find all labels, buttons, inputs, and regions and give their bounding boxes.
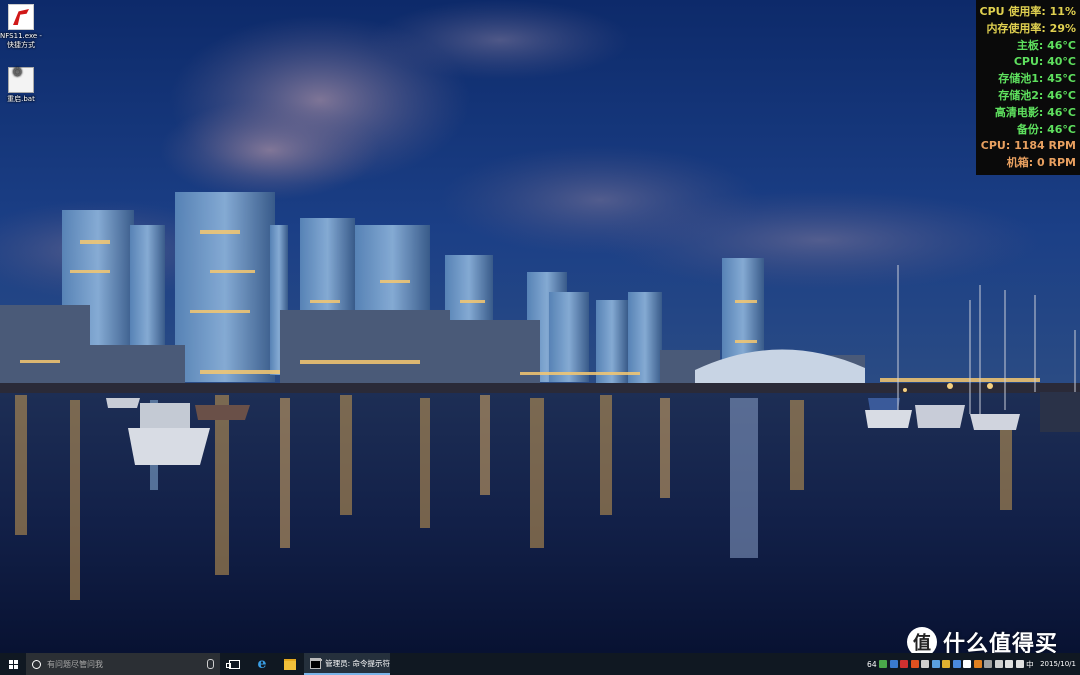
batch-file-icon bbox=[8, 67, 34, 93]
monitor-row: CPU: 1184 RPM bbox=[980, 139, 1076, 153]
desktop-wallpaper bbox=[0, 0, 1080, 653]
monitor-row: 备份: 46°C bbox=[1016, 122, 1076, 136]
folder-icon bbox=[284, 658, 296, 670]
monitor-row: 内存使用率: 29% bbox=[986, 21, 1076, 35]
task-view-icon bbox=[225, 659, 240, 669]
app-icon[interactable] bbox=[984, 660, 993, 668]
windows-logo-icon bbox=[8, 659, 18, 669]
clock[interactable]: 2015/10/1 bbox=[1040, 660, 1076, 669]
app-icon[interactable] bbox=[921, 660, 930, 668]
desktop-shortcut-label: NFS11.exe - bbox=[0, 32, 42, 40]
monitor-row: 存储池1: 45°C bbox=[998, 72, 1076, 86]
cortana-icon bbox=[32, 659, 41, 669]
city-night-skyline-image bbox=[0, 0, 1080, 653]
shield-icon[interactable] bbox=[889, 660, 898, 668]
message-icon[interactable] bbox=[1005, 660, 1014, 668]
file-explorer-taskbar-button[interactable] bbox=[276, 653, 304, 675]
edge-icon: e bbox=[257, 656, 267, 672]
app-icon[interactable] bbox=[963, 660, 972, 668]
command-prompt-icon bbox=[310, 657, 323, 669]
tray-text[interactable]: 中 bbox=[1026, 659, 1034, 670]
network-icon[interactable] bbox=[931, 660, 940, 668]
nfs-red-logo-icon bbox=[8, 4, 34, 30]
bluetooth-icon[interactable] bbox=[952, 660, 961, 668]
monitor-row: CPU 使用率: 11% bbox=[979, 5, 1076, 18]
monitor-row: 主板: 46°C bbox=[1016, 38, 1076, 52]
app-icon[interactable] bbox=[994, 660, 1003, 668]
app-icon[interactable] bbox=[942, 660, 951, 668]
desktop-shortcut-sublabel: 快捷方式 bbox=[7, 41, 35, 49]
hardware-monitor-widget: CPU 使用率: 11% 内存使用率: 29% 主板: 46°C CPU: 40°C 存… bbox=[976, 0, 1080, 175]
task-view-button[interactable] bbox=[220, 653, 248, 675]
clock-date: 2015/10/1 bbox=[1040, 659, 1076, 668]
taskbar: 有问题尽管问我 e 管理员: 命令提示符 64 中 2015/10/1 bbox=[0, 653, 1080, 675]
volume-icon[interactable] bbox=[1015, 660, 1024, 668]
microphone-icon[interactable] bbox=[207, 659, 214, 669]
chat-icon[interactable] bbox=[879, 660, 888, 668]
desktop-file-label: 重启.bat bbox=[7, 95, 35, 103]
taskbar-app-label: 管理员: 命令提示符 bbox=[325, 658, 390, 668]
desktop-shortcut-nfs11[interactable]: NFS11.exe - 快捷方式 bbox=[0, 4, 42, 50]
tray-text[interactable]: 64 bbox=[867, 660, 877, 669]
search-placeholder: 有问题尽管问我 bbox=[47, 659, 103, 669]
command-prompt-taskbar-button[interactable]: 管理员: 命令提示符 bbox=[304, 653, 390, 675]
desktop-file-restart-bat[interactable]: 重启.bat bbox=[0, 67, 42, 104]
edge-taskbar-button[interactable]: e bbox=[248, 653, 276, 675]
app-icon[interactable] bbox=[910, 660, 919, 668]
monitor-row: 机箱: 0 RPM bbox=[1006, 156, 1076, 170]
app-icon[interactable] bbox=[973, 660, 982, 668]
cortana-search-box[interactable]: 有问题尽管问我 bbox=[26, 653, 220, 675]
start-button[interactable] bbox=[0, 653, 26, 675]
monitor-row: 高清电影: 46°C bbox=[994, 105, 1076, 119]
smzdm-watermark: 值 什么值得买 bbox=[907, 627, 1058, 657]
system-tray: 64 中 2015/10/1 bbox=[867, 653, 1080, 675]
app-icon[interactable] bbox=[900, 660, 909, 668]
monitor-row: 存储池2: 46°C bbox=[998, 88, 1076, 102]
monitor-row: CPU: 40°C bbox=[1013, 55, 1076, 69]
